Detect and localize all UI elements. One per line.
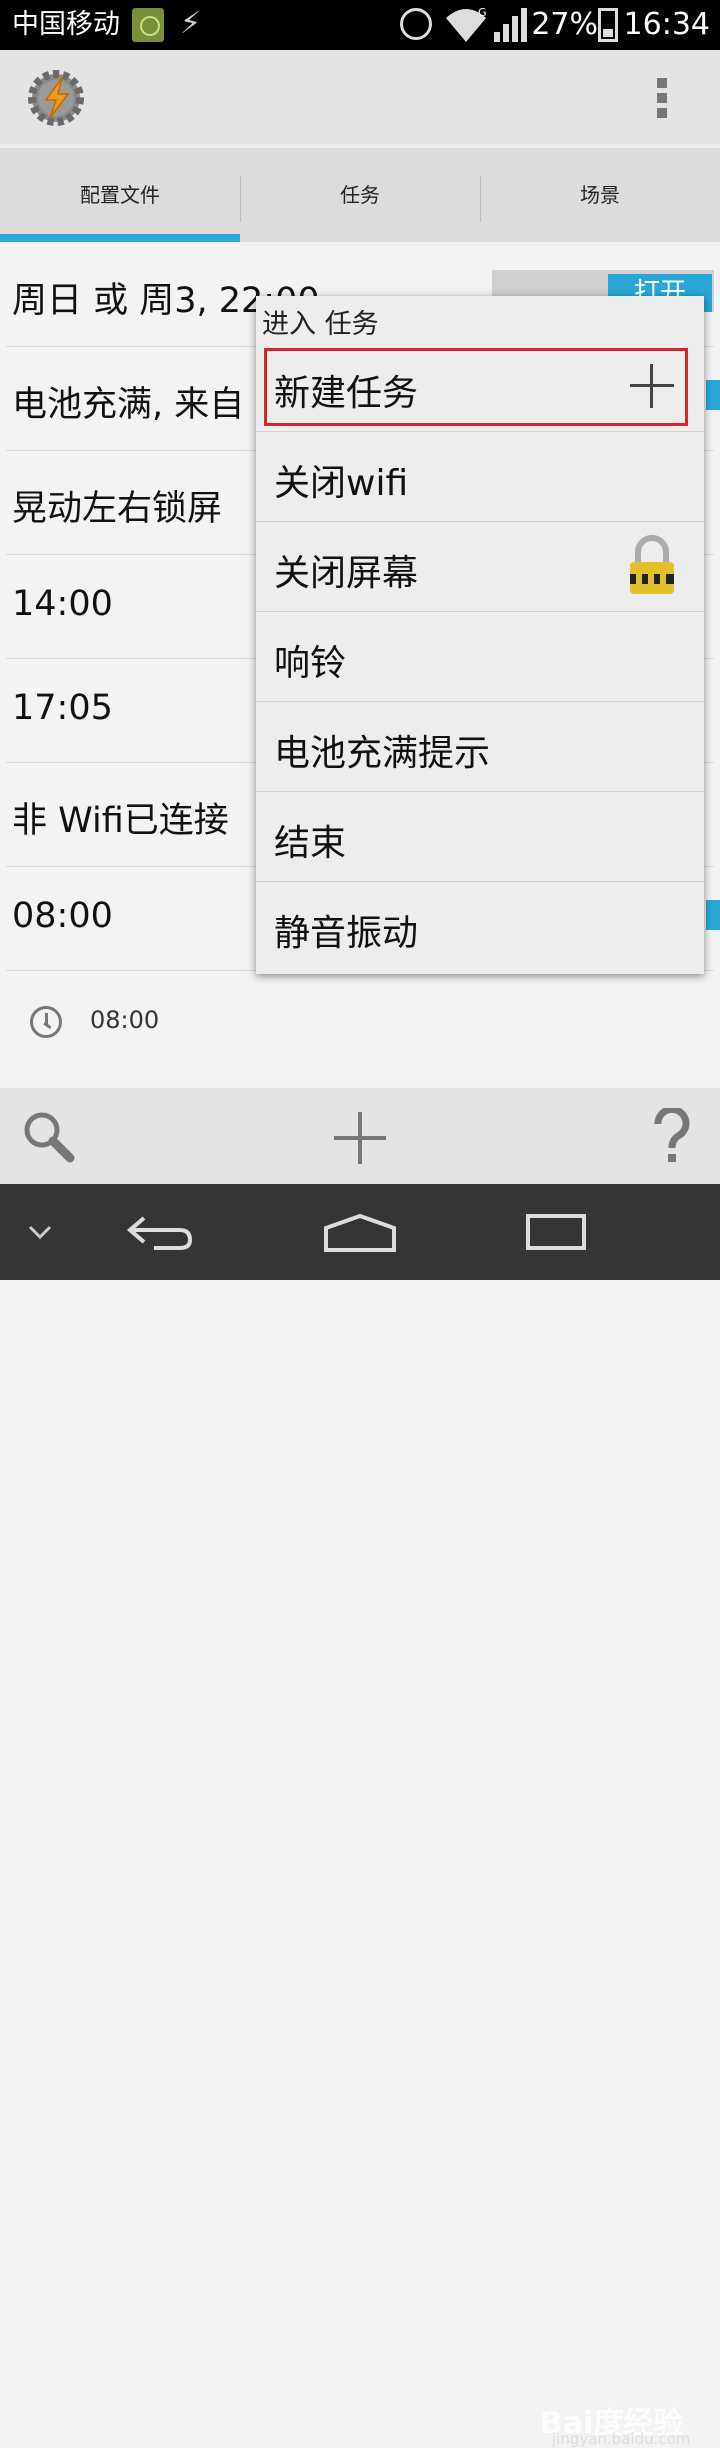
wifi-icon: G bbox=[446, 6, 487, 42]
selected-tab-indicator bbox=[0, 234, 240, 242]
menu-item[interactable]: 结束 bbox=[256, 792, 704, 882]
menu-item[interactable]: 电池充满提示 bbox=[256, 702, 704, 792]
profile-label: 08:00 bbox=[12, 896, 113, 936]
chevron-down-icon[interactable] bbox=[28, 1224, 52, 1240]
detail-time: 08:00 bbox=[90, 1006, 160, 1034]
profile-label: 14:00 bbox=[12, 584, 113, 624]
back-icon[interactable] bbox=[124, 1212, 194, 1252]
task-popup-menu: 进入 任务 新建任务 关闭wifi 关闭屏幕 响铃 电池充满提示 结束 静音振动 bbox=[256, 296, 704, 974]
profile-label: 17:05 bbox=[12, 688, 113, 728]
signal-icon bbox=[494, 8, 527, 42]
profile-label: 电池充满, 来自 bbox=[12, 385, 245, 425]
search-icon[interactable] bbox=[22, 1110, 76, 1164]
overflow-menu-icon[interactable] bbox=[654, 78, 670, 122]
tab-profiles[interactable]: 配置文件 bbox=[0, 148, 240, 242]
menu-item-label: 关闭屏幕 bbox=[274, 553, 419, 594]
recent-apps-icon[interactable] bbox=[526, 1214, 586, 1250]
battery-icon bbox=[598, 8, 618, 42]
watermark-url: jingyan.baidu.com bbox=[552, 2430, 691, 2448]
bottom-toolbar bbox=[0, 1088, 720, 1184]
menu-item-label: 结束 bbox=[274, 823, 347, 864]
profile-toggle[interactable] bbox=[706, 900, 720, 930]
home-icon[interactable] bbox=[322, 1212, 398, 1252]
lightning-icon: ⚡ bbox=[180, 6, 202, 41]
help-icon[interactable] bbox=[652, 1108, 692, 1166]
action-bar bbox=[0, 50, 720, 144]
menu-item[interactable]: 关闭屏幕 bbox=[256, 522, 704, 612]
menu-item-label: 关闭wifi bbox=[274, 463, 409, 504]
carrier-name: 中国移动 bbox=[12, 9, 120, 40]
menu-item[interactable]: 静音振动 bbox=[256, 882, 704, 972]
system-nav-bar: Bai度经验 jingyan.baidu.com bbox=[0, 1184, 720, 2448]
menu-item[interactable]: 关闭wifi bbox=[256, 432, 704, 522]
network-type: G bbox=[478, 6, 487, 19]
status-bar: 中国移动 ⚡ G 27% 16:34 bbox=[0, 0, 720, 50]
tab-bar: 配置文件 任务 场景 bbox=[0, 144, 720, 242]
tab-scenes[interactable]: 场景 bbox=[480, 148, 720, 242]
app-notification-icon bbox=[132, 8, 164, 42]
list-item-detail[interactable]: 08:00 bbox=[0, 982, 720, 1082]
clock-icon bbox=[30, 1006, 62, 1038]
popup-title: 进入 任务 bbox=[262, 309, 379, 340]
clock-time: 16:34 bbox=[623, 7, 710, 42]
alarm-icon bbox=[400, 8, 432, 40]
highlight-box bbox=[264, 348, 688, 426]
profile-toggle[interactable] bbox=[706, 380, 720, 410]
tasker-logo-icon[interactable] bbox=[26, 68, 86, 128]
menu-item-label: 电池充满提示 bbox=[274, 733, 491, 774]
menu-item[interactable]: 响铃 bbox=[256, 612, 704, 702]
menu-item-label: 响铃 bbox=[274, 643, 347, 684]
tab-tasks[interactable]: 任务 bbox=[240, 148, 480, 242]
profile-label: 晃动左右锁屏 bbox=[12, 489, 223, 529]
battery-percent: 27% bbox=[531, 7, 598, 42]
menu-item-label: 静音振动 bbox=[274, 913, 419, 954]
add-icon[interactable] bbox=[332, 1110, 388, 1166]
profile-label: 非 Wifi已连接 bbox=[12, 801, 229, 841]
lock-icon bbox=[630, 535, 674, 594]
